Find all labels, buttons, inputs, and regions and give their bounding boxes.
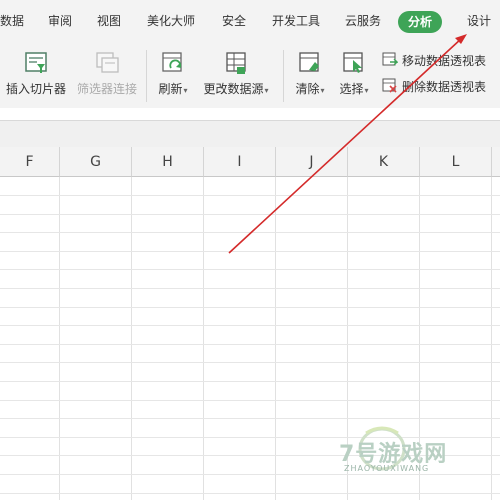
filter-connections-button[interactable]: 筛选器连接 — [76, 50, 138, 102]
data-source-icon — [226, 52, 246, 74]
ribbon-separator — [283, 50, 284, 102]
select-label-wrap: 选择▾ — [334, 80, 374, 97]
row-gridline — [0, 418, 500, 419]
select-button[interactable]: 选择▾ — [334, 50, 374, 102]
tab-beautify-master[interactable]: 美化大师 — [147, 12, 195, 29]
refresh-label: 刷新 — [158, 82, 183, 96]
column-gridline — [275, 177, 276, 500]
row-gridline — [0, 214, 500, 215]
clear-label-wrap: 清除▾ — [290, 80, 330, 97]
select-icon — [343, 52, 363, 73]
refresh-label-wrap: 刷新▾ — [154, 80, 192, 97]
tab-design[interactable]: 设计 — [467, 12, 491, 29]
column-gridline — [491, 177, 492, 500]
select-label: 选择 — [339, 82, 364, 96]
clear-button[interactable]: 清除▾ — [290, 50, 330, 102]
column-header-f[interactable]: F — [0, 147, 60, 177]
column-header-h[interactable]: H — [132, 147, 204, 177]
move-pivot-table-button[interactable]: 移动数据透视表 — [382, 52, 486, 70]
select-dropdown-caret: ▾ — [364, 86, 369, 95]
delete-pivot-table-label: 删除数据透视表 — [402, 80, 487, 94]
clear-label: 清除 — [295, 82, 320, 96]
row-gridline — [0, 325, 500, 326]
filter-connections-label: 筛选器连接 — [76, 82, 137, 96]
column-gridline — [203, 177, 204, 500]
column-header-j[interactable]: J — [276, 147, 348, 177]
watermark-subtext: ZHAOYOUXIWANG — [344, 464, 430, 473]
move-pivot-icon — [382, 52, 398, 66]
menu-tab-bar: 数据 审阅 视图 美化大师 安全 开发工具 云服务 分析 设计 — [0, 0, 500, 42]
change-data-source-label-wrap: 更改数据源▾ — [200, 80, 272, 97]
row-gridline — [0, 288, 500, 289]
tab-view[interactable]: 视图 — [97, 12, 121, 29]
refresh-dropdown-caret: ▾ — [183, 86, 188, 95]
column-header-l[interactable]: L — [420, 147, 492, 177]
tab-security[interactable]: 安全 — [222, 12, 246, 29]
row-gridline — [0, 232, 500, 233]
tab-cloud-services[interactable]: 云服务 — [345, 12, 381, 29]
delete-pivot-table-button[interactable]: 删除数据透视表 — [382, 78, 486, 96]
change-data-source-button[interactable]: 更改数据源▾ — [200, 50, 272, 102]
row-gridline — [0, 344, 500, 345]
row-gridline — [0, 195, 500, 196]
tab-analyze[interactable]: 分析 — [398, 11, 443, 33]
row-gridline — [0, 400, 500, 401]
refresh-icon — [162, 52, 182, 72]
filter-connection-icon — [96, 52, 119, 73]
formula-bar[interactable] — [0, 120, 500, 148]
row-gridline — [0, 493, 500, 494]
tab-developer-tools[interactable]: 开发工具 — [272, 12, 320, 29]
delete-pivot-icon — [382, 78, 397, 93]
column-gridline — [59, 177, 60, 500]
column-header-i[interactable]: I — [204, 147, 276, 177]
ribbon-separator — [146, 50, 147, 102]
clear-icon — [299, 52, 319, 72]
column-header-partial[interactable] — [492, 147, 500, 177]
row-gridline — [0, 269, 500, 270]
tab-review[interactable]: 审阅 — [48, 12, 72, 29]
tab-data[interactable]: 数据 — [0, 12, 24, 29]
column-header-g[interactable]: G — [60, 147, 132, 177]
refresh-button[interactable]: 刷新▾ — [154, 50, 192, 102]
change-data-source-caret: ▾ — [264, 86, 269, 95]
row-gridline — [0, 362, 500, 363]
column-gridline — [131, 177, 132, 500]
insert-slicer-label: 插入切片器 — [5, 82, 66, 96]
column-header-k[interactable]: K — [348, 147, 420, 177]
ribbon-gap — [0, 108, 500, 120]
row-gridline — [0, 381, 500, 382]
clear-dropdown-caret: ▾ — [320, 86, 325, 95]
change-data-source-label: 更改数据源 — [203, 82, 264, 96]
row-gridline — [0, 251, 500, 252]
row-gridline — [0, 307, 500, 308]
move-pivot-table-label: 移动数据透视表 — [402, 54, 487, 68]
insert-slicer-button[interactable]: 插入切片器 — [4, 50, 68, 102]
slicer-icon — [25, 52, 47, 73]
